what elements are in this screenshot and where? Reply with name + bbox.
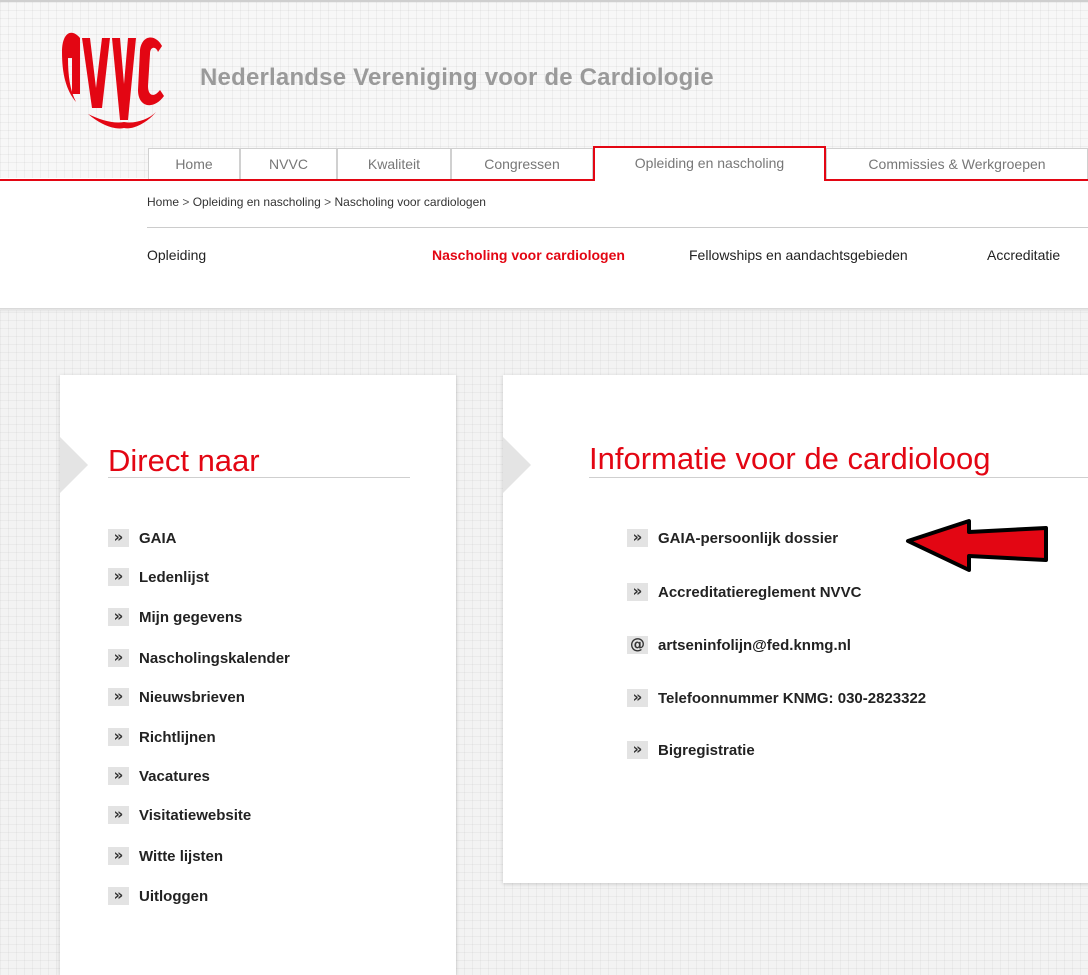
link-label: Bigregistratie (658, 741, 755, 759)
link-label: Uitloggen (139, 887, 209, 905)
chevron-icon: » (627, 689, 648, 707)
link-accreditatiereglement[interactable]: » Accreditatiereglement NVVC (627, 582, 861, 602)
chevron-icon: » (108, 728, 129, 746)
breadcrumb-home[interactable]: Home (147, 195, 179, 209)
chevron-icon: » (627, 741, 648, 759)
site-header: Nederlandse Vereniging voor de Cardiolog… (0, 2, 1088, 310)
tab-congressen[interactable]: Congressen (451, 148, 593, 179)
link-uitloggen[interactable]: » Uitloggen (108, 886, 208, 906)
at-icon: @ (627, 636, 648, 654)
tab-nvvc[interactable]: NVVC (240, 148, 337, 179)
link-gaia[interactable]: » GAIA (108, 528, 177, 548)
link-visitatiewebsite[interactable]: » Visitatiewebsite (108, 805, 251, 825)
link-vacatures[interactable]: » Vacatures (108, 766, 210, 786)
link-label: Nieuwsbrieven (139, 688, 245, 706)
direct-naar-panel: Direct naar » GAIA » Ledenlijst » Mijn g… (60, 375, 456, 975)
link-richtlijnen[interactable]: » Richtlijnen (108, 727, 216, 747)
informatie-panel: Informatie voor de cardioloog » GAIA-per… (503, 375, 1088, 883)
chevron-icon: » (108, 568, 129, 586)
tab-opleiding-en-nascholing[interactable]: Opleiding en nascholing (593, 146, 826, 181)
link-label: Vacatures (139, 767, 210, 785)
link-label: artseninfolijn@fed.knmg.nl (658, 636, 851, 654)
link-email[interactable]: @ artseninfolijn@fed.knmg.nl (627, 635, 851, 655)
link-label: Telefoonnummer KNMG: 030-2823322 (658, 689, 927, 707)
link-label: GAIA (139, 529, 177, 547)
subnav-nascholing[interactable]: Nascholing voor cardiologen (432, 247, 625, 263)
link-telefoon[interactable]: » Telefoonnummer KNMG: 030-2823322 (627, 688, 926, 708)
breadcrumb-opleiding[interactable]: Opleiding en nascholing (193, 195, 321, 209)
breadcrumb-separator: > (324, 195, 332, 209)
link-label: Nascholingskalender (139, 649, 290, 667)
breadcrumb-separator: > (182, 195, 190, 209)
chevron-icon: » (108, 688, 129, 706)
link-witte-lijsten[interactable]: » Witte lijsten (108, 846, 223, 866)
link-label: Ledenlijst (139, 568, 210, 586)
link-mijn-gegevens[interactable]: » Mijn gegevens (108, 607, 242, 627)
subnav-fellowships[interactable]: Fellowships en aandachtsgebieden (689, 247, 908, 263)
subnav-divider (147, 227, 1088, 228)
chevron-icon: » (108, 649, 129, 667)
subnav-opleiding[interactable]: Opleiding (147, 247, 206, 263)
subnav-accreditatie[interactable]: Accreditatie (987, 247, 1060, 263)
informatie-title: Informatie voor de cardioloog (589, 441, 991, 476)
link-label: Visitatiewebsite (139, 806, 252, 824)
tab-home[interactable]: Home (148, 148, 240, 179)
site-title: Nederlandse Vereniging voor de Cardiolog… (200, 64, 714, 91)
link-label: Accreditatiereglement NVVC (658, 583, 862, 601)
panel-marker (503, 437, 531, 493)
chevron-icon: » (108, 847, 129, 865)
link-nascholingskalender[interactable]: » Nascholingskalender (108, 648, 290, 668)
chevron-icon: » (108, 806, 129, 824)
link-label: Mijn gegevens (139, 608, 243, 626)
chevron-icon: » (627, 529, 648, 547)
link-label: Witte lijsten (139, 847, 224, 865)
nvvc-logo[interactable] (58, 24, 178, 130)
breadcrumb-current: Nascholing voor cardiologen (334, 195, 486, 209)
breadcrumb: Home > Opleiding en nascholing > Naschol… (147, 195, 486, 209)
chevron-icon: » (627, 583, 648, 601)
tab-commissies-werkgroepen[interactable]: Commissies & Werkgroepen (826, 148, 1088, 179)
link-label: GAIA-persoonlijk dossier (658, 529, 839, 547)
title-rule (108, 477, 410, 478)
chevron-icon: » (108, 767, 129, 785)
chevron-icon: » (108, 608, 129, 626)
link-ledenlijst[interactable]: » Ledenlijst (108, 567, 209, 587)
chevron-icon: » (108, 529, 129, 547)
link-gaia-dossier[interactable]: » GAIA-persoonlijk dossier (627, 528, 838, 548)
red-arrow-annotation (906, 519, 1048, 572)
chevron-icon: » (108, 887, 129, 905)
link-nieuwsbrieven[interactable]: » Nieuwsbrieven (108, 687, 245, 707)
tab-kwaliteit[interactable]: Kwaliteit (337, 148, 451, 179)
direct-naar-title: Direct naar (108, 443, 260, 478)
header-shadow (0, 308, 1088, 312)
title-rule (589, 477, 1088, 478)
link-bigregistratie[interactable]: » Bigregistratie (627, 740, 755, 760)
link-label: Richtlijnen (139, 728, 216, 746)
panel-marker (60, 437, 88, 493)
